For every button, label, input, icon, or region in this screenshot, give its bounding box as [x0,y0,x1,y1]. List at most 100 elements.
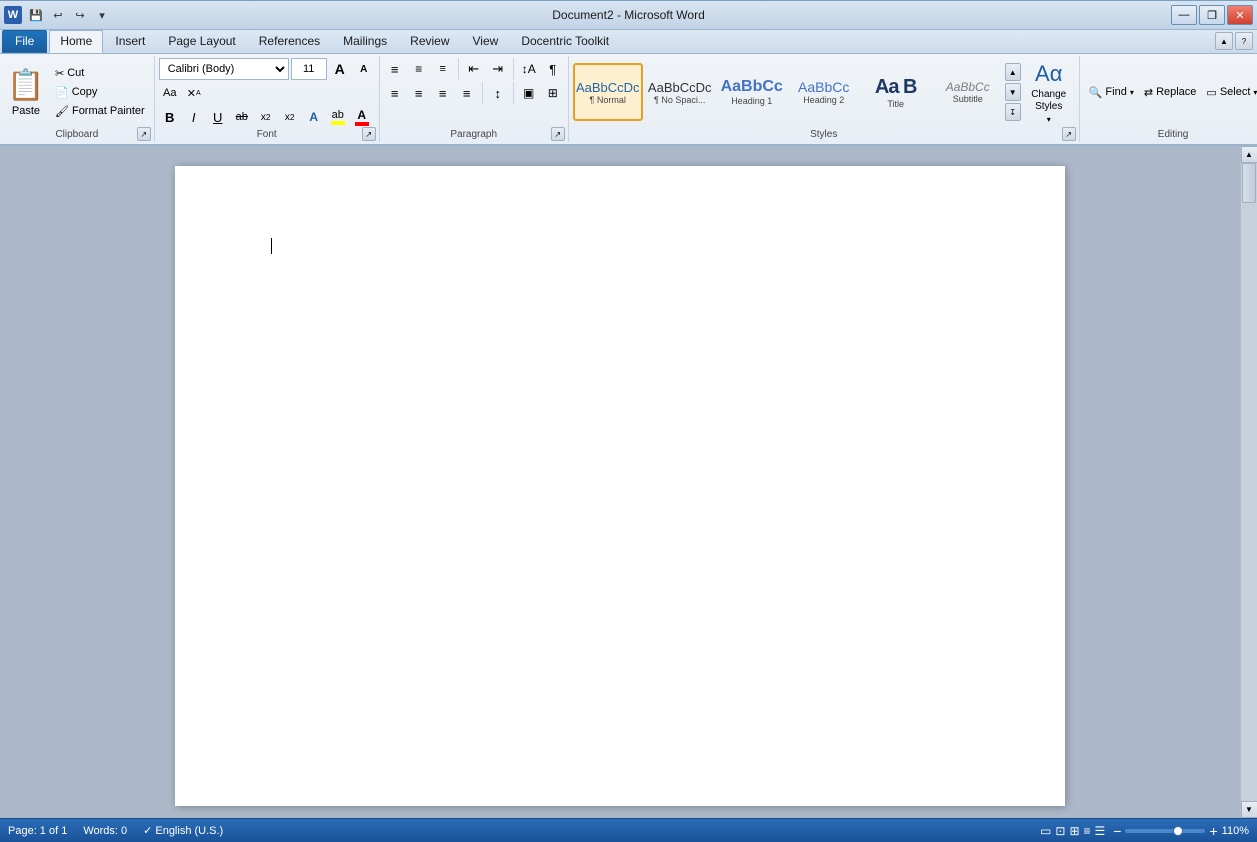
document-area: ▲ ▼ [0,146,1257,818]
print-layout-icon[interactable]: ▭ [1040,824,1051,838]
paint-brush-icon: 🖌 [55,105,69,118]
align-center-button[interactable]: ≡ [408,82,430,104]
scroll-track[interactable] [1241,163,1257,801]
document-scroll-area[interactable] [0,146,1240,818]
scroll-up-button[interactable]: ▲ [1241,146,1257,163]
underline-button[interactable]: U [207,106,229,128]
clipboard-content: 📋 Paste ✂ Cut 📄 Copy 🖌 Format Painter [4,58,150,140]
tab-references[interactable]: References [248,30,331,53]
minimize-button[interactable]: — [1171,5,1197,25]
zoom-slider[interactable] [1125,829,1205,833]
redo-button[interactable]: ↪ [70,5,90,25]
close-button[interactable]: ✕ [1227,5,1253,25]
tab-docentric[interactable]: Docentric Toolkit [510,30,620,53]
font-row-3: B I U ab x2 x2 A ab A [159,106,375,128]
vertical-scrollbar[interactable]: ▲ ▼ [1240,146,1257,818]
scroll-down-button[interactable]: ▼ [1241,801,1257,818]
bold-button[interactable]: B [159,106,181,128]
font-name-select[interactable]: Calibri (Body) [159,58,289,80]
font-grow-button[interactable]: A [329,58,351,80]
tab-file[interactable]: File [2,30,47,53]
borders-button[interactable]: ⊞ [542,82,564,104]
change-case-button[interactable]: Aa [159,82,181,104]
undo-button[interactable]: ↩ [48,5,68,25]
format-painter-button[interactable]: 🖌 Format Painter [50,103,150,120]
style-heading2-preview: AaBbCc [798,79,849,95]
sort-button[interactable]: ↕A [518,58,540,80]
copy-button[interactable]: 📄 Copy [50,84,150,101]
style-normal[interactable]: AaBbCcDc ¶ Normal [573,63,643,121]
words-info[interactable]: Words: 0 [83,825,127,837]
draft-icon[interactable]: ☰ [1095,824,1106,838]
editing-group: 🔍 Find ▾ ⇄ Replace ▭ Select ▾ Editing [1080,56,1257,142]
strikethrough-button[interactable]: ab [231,106,253,128]
ribbon-help-button[interactable]: ? [1235,32,1253,50]
shading-button[interactable]: ▣ [518,82,540,104]
tab-mailings[interactable]: Mailings [332,30,398,53]
font-size-input[interactable] [291,58,327,80]
replace-button[interactable]: ⇄ Replace [1139,84,1202,101]
increase-indent-button[interactable]: ⇥ [487,58,509,80]
paragraph-expand-button[interactable]: ↗ [551,127,565,141]
change-styles-button[interactable]: Aα ChangeStyles ▾ [1023,63,1075,121]
paragraph-group: ≡ ≡ ≡ ⇤ ⇥ ↕A ¶ ≡ ≡ ≡ ≡ ↕ ▣ ⊞ P [380,56,569,142]
style-heading1[interactable]: AaBbCc Heading 1 [717,63,787,121]
zoom-handle[interactable] [1173,826,1183,836]
save-button[interactable]: 💾 [26,5,46,25]
web-layout-icon[interactable]: ⊞ [1069,824,1079,838]
styles-scroll-controls: ▲ ▼ ↧ [1005,63,1021,121]
tab-home[interactable]: Home [49,30,103,53]
find-button[interactable]: 🔍 Find ▾ [1084,84,1139,101]
select-button[interactable]: ▭ Select ▾ [1201,84,1257,101]
line-spacing-button[interactable]: ↕ [487,82,509,104]
justify-button[interactable]: ≡ [456,82,478,104]
font-shrink-button[interactable]: A [353,58,375,80]
customize-quick-access-button[interactable]: ▾ [92,5,112,25]
zoom-level[interactable]: 110% [1222,825,1249,837]
font-group-label: Font [155,129,379,140]
bullets-button[interactable]: ≡ [384,58,406,80]
align-right-button[interactable]: ≡ [432,82,454,104]
ribbon-minimize-button[interactable]: ▲ [1215,32,1233,50]
paste-button[interactable]: 📋 Paste [4,62,48,122]
styles-expand-group-button[interactable]: ↗ [1062,127,1076,141]
language-indicator[interactable]: ✓ English (U.S.) [143,824,223,837]
clear-formatting-button[interactable]: ✕A [183,82,205,104]
clipboard-expand-button[interactable]: ↗ [137,127,151,141]
align-left-button[interactable]: ≡ [384,82,406,104]
tab-review[interactable]: Review [399,30,460,53]
multilevel-list-button[interactable]: ≡ [432,58,454,80]
style-no-spacing[interactable]: AaBbCcDc ¶ No Spaci... [645,63,715,121]
scroll-thumb[interactable] [1242,163,1256,203]
tab-insert[interactable]: Insert [104,30,156,53]
window-title: Document2 - Microsoft Word [0,8,1257,22]
styles-scroll-up-button[interactable]: ▲ [1005,63,1021,81]
superscript-button[interactable]: x2 [279,106,301,128]
zoom-in-button[interactable]: + [1209,824,1217,838]
tab-view[interactable]: View [462,30,510,53]
font-expand-button[interactable]: ↗ [362,127,376,141]
restore-button[interactable]: ❐ [1199,5,1225,25]
numbering-button[interactable]: ≡ [408,58,430,80]
cut-button[interactable]: ✂ Cut [50,65,150,82]
text-effects-button[interactable]: A [303,106,325,128]
styles-expand-button[interactable]: ↧ [1005,103,1021,121]
full-screen-icon[interactable]: ⊡ [1055,824,1065,838]
style-subtitle[interactable]: AaBbCc Subtitle [933,63,1003,121]
outline-icon[interactable]: ≡ [1084,824,1091,838]
copy-label: Copy [72,86,98,98]
tab-page-layout[interactable]: Page Layout [157,30,246,53]
styles-scroll-down-button[interactable]: ▼ [1005,83,1021,101]
italic-button[interactable]: I [183,106,205,128]
style-heading2[interactable]: AaBbCc Heading 2 [789,63,859,121]
style-title[interactable]: Aa B Title [861,63,931,121]
show-marks-button[interactable]: ¶ [542,58,564,80]
subscript-button[interactable]: x2 [255,106,277,128]
zoom-out-button[interactable]: − [1113,824,1121,838]
decrease-indent-button[interactable]: ⇤ [463,58,485,80]
page-info[interactable]: Page: 1 of 1 [8,825,67,837]
document-page[interactable] [175,166,1065,806]
change-styles-icon: Aα [1035,61,1062,87]
font-color-button[interactable]: A [351,106,373,128]
highlight-button[interactable]: ab [327,106,349,128]
